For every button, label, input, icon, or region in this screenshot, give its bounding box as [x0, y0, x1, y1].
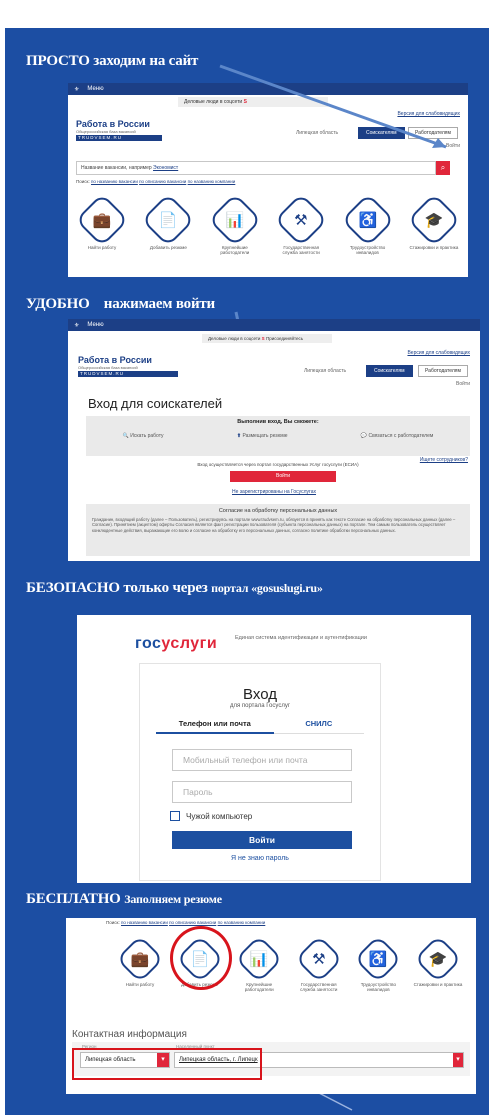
service-label: Трудоустройство инвалидов [360, 982, 397, 992]
screenshot-gosuslugi: госуслуги Единая система идентификации и… [77, 615, 471, 883]
esia-text: Вход осуществляется через портал государ… [197, 462, 359, 467]
heading-secure: БЕЗОПАСНО только через портал «gosuslugi… [26, 580, 323, 596]
highlight-box [72, 1048, 262, 1080]
chart-icon: 📊 [235, 934, 284, 984]
consent-panel: Согласие на обработку персональных данны… [86, 504, 470, 556]
accessibility-link-2[interactable]: Версия для слабовидящих [407, 350, 470, 356]
arrow-login-1 [219, 64, 447, 149]
search-scope-3: Поиск: по названию вакансии по описанию … [106, 920, 266, 925]
site-logo-2[interactable]: Работа в России Общероссийская база вака… [78, 355, 178, 377]
briefcase-icon: 💼 [115, 934, 165, 984]
service-label: Стажировки и практика [413, 982, 463, 987]
chat-icon: 💬 [360, 433, 368, 439]
heading-convenient: УДОБНО нажимаем войти [26, 296, 216, 312]
tab-snils[interactable]: СНИЛС [273, 719, 364, 734]
search-icon-2: 🔍 [122, 433, 129, 439]
screenshot-resume: Поиск: по названию вакансии по описанию … [66, 918, 476, 1094]
service-1-resume[interactable]: 💼 Найти работу [114, 934, 166, 992]
service-5-resume[interactable]: ♿ Трудоустройство инвалидов [352, 934, 404, 992]
gosuslugi-form: Вход для портала Госуслуг Телефон или по… [139, 663, 381, 881]
tools-icon: ⚒ [294, 934, 343, 984]
tab-employers-2[interactable]: Работодателям [418, 365, 468, 377]
service-3-resume[interactable]: 📊 Крупнейшие работодатели [233, 934, 285, 992]
login-benefits-panel: Выполнив вход, Вы сможете: 🔍 Искать рабо… [86, 416, 470, 456]
service-4-resume[interactable]: ⚒ Государственная служба занятости [293, 934, 345, 992]
login-link-2[interactable]: Войти [456, 381, 470, 387]
service-label: Найти работу [125, 982, 155, 987]
scope-company-3[interactable]: по названию компании [218, 920, 266, 925]
region-selector-2[interactable]: Липецкая область [304, 368, 346, 374]
social-banner-2[interactable]: Деловые люди в соцсети S Присоединяйтесь [202, 334, 332, 343]
service-label: Крупнейшие работодатели [244, 982, 274, 992]
benefit-contact: 💬 Связаться с работодателем [360, 433, 434, 439]
chevron-down-icon-2: ▾ [453, 1053, 463, 1067]
checkbox-icon [170, 811, 180, 821]
services-row-3: 💼 Найти работу 📄 Добавить резюме 📊 Крупнейшие… [114, 934, 464, 992]
benefit-resume: ⬆ Размещать резюме [236, 433, 288, 439]
service-6-resume[interactable]: 🎓 Стажировки и практика [412, 934, 464, 992]
tab-seekers-2[interactable]: Соискателям [366, 365, 413, 377]
graduation-icon: 🎓 [413, 934, 463, 984]
upload-icon: ⬆ [236, 433, 242, 439]
tab-phone-email[interactable]: Телефон или почта [156, 719, 274, 734]
login-page-title: Вход для соискателей [88, 396, 223, 411]
gosuslugi-login-button[interactable]: Войти [172, 831, 352, 849]
heading-free: БЕСПЛАТНО Заполняем резюме [26, 891, 222, 907]
screenshot-login-page: ⚜ Меню Деловые люди в соцсети S Присоеди… [68, 319, 480, 561]
login-button[interactable]: Войти [230, 471, 336, 482]
form-subtitle: для портала Госуслуг [229, 703, 291, 709]
phone-email-input[interactable]: Мобильный телефон или почта [172, 749, 352, 771]
highlight-circle [170, 926, 232, 990]
wheelchair-icon: ♿ [354, 934, 403, 984]
emblem-icon-2: ⚜ [74, 322, 80, 329]
gosuslugi-logo: госуслуги [135, 635, 218, 652]
form-title: Вход [243, 686, 277, 703]
forgot-password-link[interactable]: Я не знаю пароль [140, 855, 380, 862]
contact-info-title: Контактная информация [72, 1029, 187, 1040]
scope-description-3[interactable]: по описанию вакансии [169, 920, 216, 925]
gosuslugi-subtitle: Единая система идентификации и аутентифи… [235, 635, 367, 641]
top-bar-2: ⚜ Меню [68, 319, 480, 331]
scope-title-3[interactable]: по названию вакансии [121, 920, 168, 925]
menu-link-2[interactable]: Меню [87, 322, 103, 328]
foreign-pc-checkbox[interactable]: Чужой компьютер [170, 811, 380, 821]
password-input[interactable]: Пароль [172, 781, 352, 803]
benefit-search: 🔍 Искать работу [122, 433, 164, 439]
not-registered-link[interactable]: Не зарегистрированы на Госуслугах [68, 489, 480, 495]
service-label: Государственная служба занятости [300, 982, 338, 992]
